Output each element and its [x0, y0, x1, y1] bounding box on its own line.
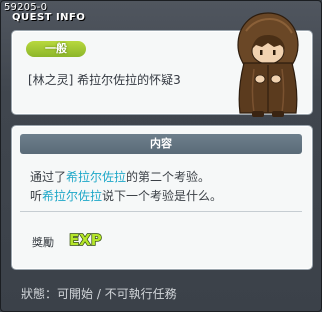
quest-category-badge: 一般	[26, 41, 86, 57]
exp-icon: EXP	[68, 230, 102, 249]
line2-prefix: 听	[30, 189, 43, 203]
window-title: QUEST INFO	[12, 12, 86, 23]
npc-link[interactable]: 希拉尔佐拉	[66, 170, 126, 184]
quest-header-panel: 一般 [林之灵] 希拉尔佐拉的怀疑3	[11, 12, 313, 117]
quest-name: [林之灵] 希拉尔佐拉的怀疑3	[28, 73, 181, 87]
npc-link[interactable]: 希拉尔佐拉	[42, 189, 102, 203]
quest-content-panel: 内容 通过了希拉尔佐拉的第二个考验。 听希拉尔佐拉说下一个考验是什么。 獎勵 E…	[11, 125, 313, 270]
reward-label: 獎勵	[32, 236, 54, 249]
svg-text:EXP: EXP	[69, 231, 102, 249]
quest-info-window: 59205-0 QUEST INFO 一般 [林之灵] 希拉尔佐拉的怀疑3 内容…	[0, 0, 322, 312]
line1-suffix: 的第二个考验。	[126, 170, 211, 184]
divider	[20, 211, 302, 212]
quest-description: 通过了希拉尔佐拉的第二个考验。 听希拉尔佐拉说下一个考验是什么。	[30, 168, 300, 206]
description-line-2: 听希拉尔佐拉说下一个考验是什么。	[30, 187, 300, 206]
hooded-npc-portrait	[237, 12, 299, 117]
line2-suffix: 说下一个考验是什么。	[102, 189, 223, 203]
description-line-1: 通过了希拉尔佐拉的第二个考验。	[30, 168, 300, 187]
line1-prefix: 通过了	[30, 170, 67, 184]
content-header: 内容	[20, 134, 302, 154]
quest-status: 狀態：可開始 / 不可執行任務	[21, 287, 177, 301]
